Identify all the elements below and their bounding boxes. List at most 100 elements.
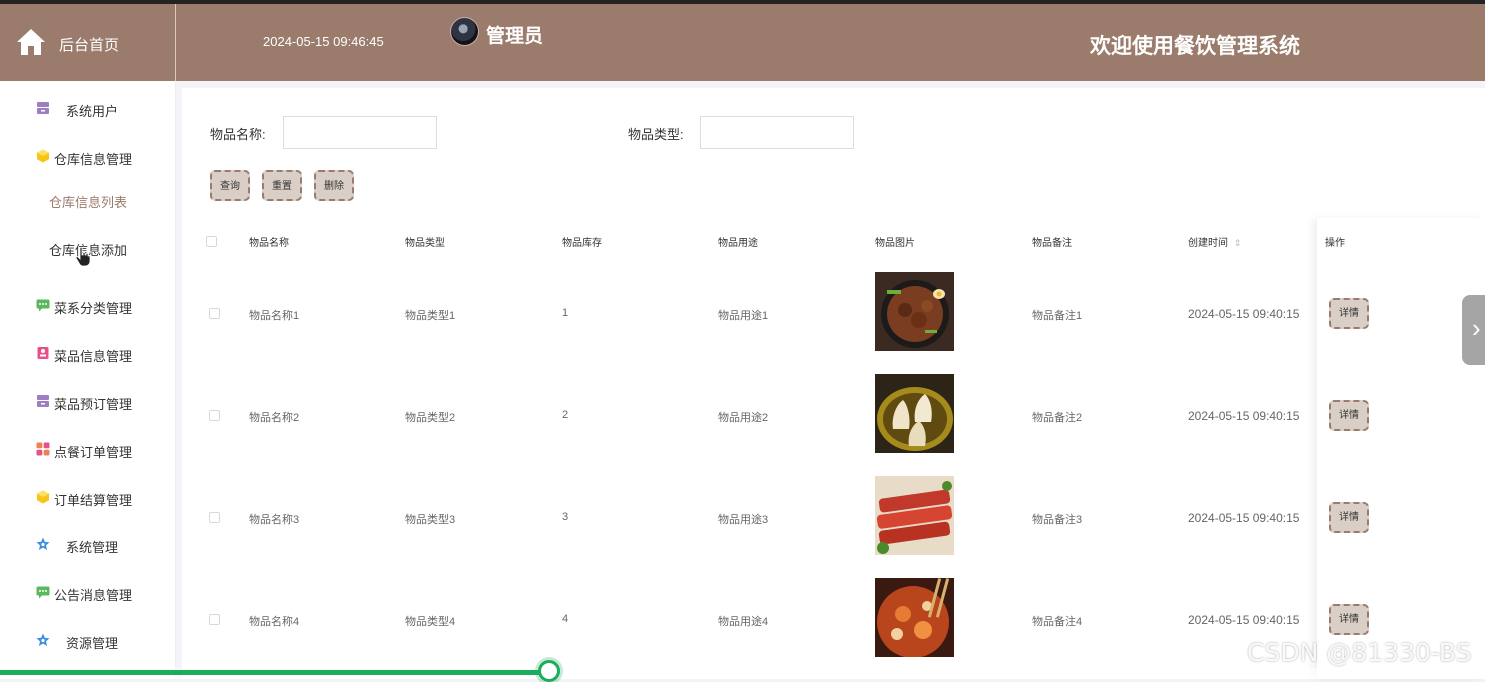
row-checkbox[interactable] <box>209 614 220 625</box>
sidebar-item-label: 资源管理 <box>66 636 119 651</box>
cell-stock: 4 <box>562 613 569 625</box>
cube-icon <box>36 490 50 504</box>
archive-icon <box>36 394 50 408</box>
chat-icon <box>36 298 50 312</box>
name-filter-label: 物品名称: <box>210 127 266 142</box>
home-icon <box>17 29 45 55</box>
header-type: 物品类型 <box>405 238 445 249</box>
type-filter-label: 物品类型: <box>628 127 684 142</box>
cell-name: 物品名称3 <box>249 514 300 526</box>
row-checkbox[interactable] <box>209 512 220 523</box>
next-slide-button[interactable]: › <box>1462 295 1485 365</box>
sidebar-item-label: 仓库信息管理 <box>54 152 133 167</box>
user-avatar[interactable] <box>450 17 479 46</box>
top-header: 后台首页 2024-05-15 09:46:45 管理员 欢迎使用餐饮管理系统 <box>0 4 1485 81</box>
welcome-title: 欢迎使用餐饮管理系统 <box>1090 35 1300 58</box>
cell-use: 物品用途1 <box>718 310 769 322</box>
sidebar-item-1[interactable]: 仓库信息管理 <box>0 136 176 176</box>
header-created[interactable]: 创建时间 ⇕ <box>1188 234 1241 249</box>
header-remark: 物品备注 <box>1032 238 1072 249</box>
header-name: 物品名称 <box>249 238 289 249</box>
chat-icon <box>36 585 50 599</box>
header-created-label: 创建时间 <box>1188 238 1228 249</box>
cell-type: 物品类型3 <box>405 514 456 526</box>
sidebar-item-0[interactable]: 系统用户 <box>0 88 176 128</box>
sidebar-item-label: 系统用户 <box>66 104 119 119</box>
current-datetime: 2024-05-15 09:46:45 <box>263 34 384 49</box>
home-link[interactable]: 后台首页 <box>0 4 176 81</box>
watermark: CSDN @81330-BS <box>1247 638 1472 667</box>
cell-created: 2024-05-15 09:40:15 <box>1188 307 1300 321</box>
video-progress-fill <box>0 670 550 675</box>
star-icon <box>36 537 50 551</box>
cell-name: 物品名称4 <box>249 616 300 628</box>
home-label: 后台首页 <box>59 37 120 54</box>
main-content: 物品名称: 物品类型: 查询 重置 删除 物品名称 物品类型 物品库存 物品用途… <box>182 88 1485 679</box>
chevron-right-icon: › <box>1472 313 1481 343</box>
item-image[interactable] <box>875 374 954 453</box>
sidebar-item-8[interactable]: 订单结算管理 <box>0 477 176 517</box>
cell-type: 物品类型4 <box>405 616 456 628</box>
cell-created: 2024-05-15 09:40:15 <box>1188 511 1300 525</box>
type-filter-input[interactable] <box>700 116 854 149</box>
row-checkbox[interactable] <box>209 410 220 421</box>
sidebar-item-label: 订单结算管理 <box>54 493 133 508</box>
cell-type: 物品类型1 <box>405 310 456 322</box>
sidebar-item-11[interactable]: 资源管理 <box>0 620 176 660</box>
sidebar-subitem-2[interactable]: 仓库信息列表 <box>0 191 176 227</box>
cell-created: 2024-05-15 09:40:15 <box>1188 613 1300 627</box>
name-filter-input[interactable] <box>283 116 437 149</box>
cube-icon <box>36 149 50 163</box>
item-image[interactable] <box>875 272 954 351</box>
sidebar: 系统用户 仓库信息管理 仓库信息列表 仓库信息添加 菜系分类管理 菜品信息管理 菜品预订管理… <box>0 81 176 679</box>
header-use: 物品用途 <box>718 238 758 249</box>
cell-use: 物品用途4 <box>718 616 769 628</box>
row-checkbox[interactable] <box>209 308 220 319</box>
sidebar-item-5[interactable]: 菜品信息管理 <box>0 333 176 373</box>
sidebar-item-label: 菜品信息管理 <box>54 349 133 364</box>
cell-name: 物品名称2 <box>249 412 300 424</box>
detail-button[interactable]: 详情 <box>1329 502 1369 533</box>
grid-icon <box>36 442 50 456</box>
item-image[interactable] <box>875 578 954 658</box>
sidebar-item-10[interactable]: 公告消息管理 <box>0 572 176 612</box>
operation-column: 操作 详情 详情 详情 详情 <box>1317 218 1485 679</box>
select-all-checkbox[interactable] <box>206 236 217 247</box>
archive-icon <box>36 101 50 115</box>
cell-name: 物品名称1 <box>249 310 300 322</box>
sidebar-item-9[interactable]: 系统管理 <box>0 524 176 564</box>
cell-remark: 物品备注1 <box>1032 310 1083 322</box>
mouse-cursor-icon <box>76 247 90 267</box>
header-operation: 操作 <box>1325 238 1345 249</box>
star-icon <box>36 633 50 647</box>
cell-remark: 物品备注4 <box>1032 616 1083 628</box>
sidebar-item-6[interactable]: 菜品预订管理 <box>0 381 176 421</box>
cell-use: 物品用途2 <box>718 412 769 424</box>
sidebar-item-4[interactable]: 菜系分类管理 <box>0 285 176 325</box>
user-name[interactable]: 管理员 <box>486 21 543 48</box>
cell-type: 物品类型2 <box>405 412 456 424</box>
detail-button[interactable]: 详情 <box>1329 298 1369 329</box>
sidebar-item-label: 菜系分类管理 <box>54 301 133 316</box>
reset-button[interactable]: 重置 <box>262 170 302 201</box>
sidebar-item-label: 公告消息管理 <box>54 588 133 603</box>
sidebar-item-7[interactable]: 点餐订单管理 <box>0 429 176 469</box>
cell-created: 2024-05-15 09:40:15 <box>1188 409 1300 423</box>
detail-button[interactable]: 详情 <box>1329 400 1369 431</box>
item-image[interactable] <box>875 476 954 555</box>
cell-stock: 2 <box>562 409 569 421</box>
cell-stock: 1 <box>562 307 569 319</box>
detail-button[interactable]: 详情 <box>1329 604 1369 635</box>
cell-use: 物品用途3 <box>718 514 769 526</box>
query-button[interactable]: 查询 <box>210 170 250 201</box>
delete-button[interactable]: 删除 <box>314 170 354 201</box>
cell-remark: 物品备注2 <box>1032 412 1083 424</box>
cell-stock: 3 <box>562 511 569 523</box>
cell-remark: 物品备注3 <box>1032 514 1083 526</box>
sidebar-item-label: 系统管理 <box>66 540 119 555</box>
header-stock: 物品库存 <box>562 238 602 249</box>
badge-icon <box>36 346 50 360</box>
header-image: 物品图片 <box>875 238 915 249</box>
sidebar-item-label: 菜品预订管理 <box>54 397 133 412</box>
sort-icon[interactable]: ⇕ <box>1234 238 1242 248</box>
